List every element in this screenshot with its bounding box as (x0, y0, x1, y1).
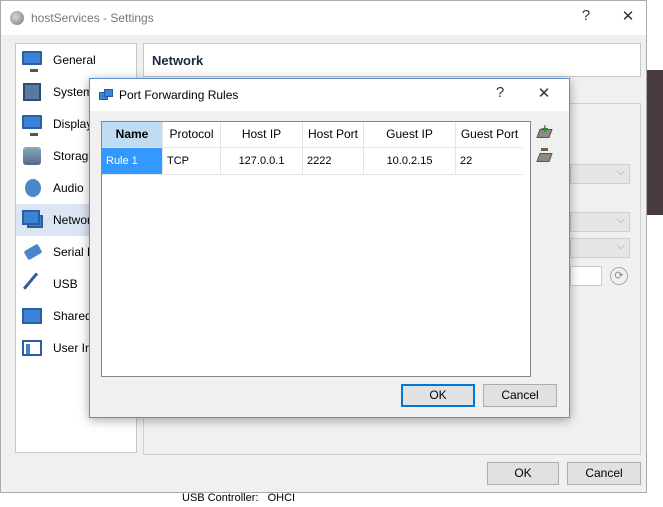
network-icon (99, 89, 113, 101)
column-header-host-port[interactable]: Host Port (303, 122, 364, 148)
promiscuous-mode-combo[interactable] (570, 238, 630, 258)
column-header-host-ip[interactable]: Host IP (221, 122, 303, 148)
sidebar-item-label: Audio (53, 181, 84, 195)
cell-guest-ip[interactable]: 10.0.2.15 (364, 148, 456, 175)
port-forwarding-dialog: Port Forwarding Rules ? ✕ Name Protocol … (89, 78, 570, 418)
column-header-guest-ip[interactable]: Guest IP (364, 122, 456, 148)
dialog-cancel-button[interactable]: Cancel (483, 384, 557, 407)
add-rule-icon[interactable]: + (536, 121, 554, 141)
sidebar-item-label: General (53, 53, 96, 67)
sidebar-item-label: Display (53, 117, 93, 131)
cell-host-ip[interactable]: 127.0.0.1 (221, 148, 303, 175)
table-row[interactable]: Rule 1 TCP 127.0.0.1 2222 10.0.2.15 22 (102, 148, 530, 175)
help-button[interactable]: ? (576, 7, 596, 24)
dialog-titlebar: Port Forwarding Rules ? ✕ (90, 79, 569, 111)
dialog-title: Port Forwarding Rules (119, 88, 239, 102)
cell-name[interactable]: Rule 1 (102, 148, 163, 175)
dialog-ok-button[interactable]: OK (401, 384, 475, 407)
background-dark-region (646, 70, 663, 215)
cell-protocol[interactable]: TCP (163, 148, 221, 175)
settings-title: hostServices - Settings (31, 11, 154, 25)
storage-icon (22, 146, 44, 166)
user-interface-icon (22, 338, 44, 358)
usb-controller-summary: USB Controller: OHCI (182, 492, 295, 504)
chip-icon (22, 82, 44, 102)
column-header-protocol[interactable]: Protocol (163, 122, 221, 148)
cell-guest-port[interactable]: 22 (456, 148, 523, 175)
column-header-guest-port[interactable]: Guest Port (456, 122, 523, 148)
usb-controller-label: USB Controller: (182, 492, 259, 504)
adapter-type-combo[interactable] (570, 212, 630, 232)
virtualbox-icon (10, 11, 24, 25)
cell-host-port[interactable]: 2222 (303, 148, 364, 175)
refresh-mac-icon[interactable]: ⟳ (610, 267, 628, 285)
settings-titlebar: hostServices - Settings ? ✕ (1, 1, 646, 35)
usb-icon (22, 272, 46, 296)
audio-icon (22, 178, 44, 198)
serial-port-icon (22, 242, 44, 262)
dialog-close-button[interactable]: ✕ (534, 84, 554, 102)
remove-rule-icon[interactable] (536, 147, 554, 165)
sidebar-item-general[interactable]: General (16, 44, 136, 76)
page-title: Network (152, 53, 204, 68)
attached-to-combo[interactable] (570, 164, 630, 184)
usb-controller-value: OHCI (267, 492, 296, 504)
rules-table: Name Protocol Host IP Host Port Guest IP… (101, 121, 531, 377)
settings-cancel-button[interactable]: Cancel (567, 462, 641, 485)
dialog-help-button[interactable]: ? (490, 84, 510, 101)
shared-folder-icon (22, 306, 44, 326)
network-icon (22, 210, 44, 230)
sidebar-item-label: System (53, 85, 94, 99)
column-header-name[interactable]: Name (102, 122, 163, 148)
close-button[interactable]: ✕ (618, 7, 638, 25)
monitor-icon (22, 50, 44, 72)
section-header: Network (143, 43, 641, 77)
sidebar-item-label: USB (53, 277, 78, 291)
background-window-strip (646, 0, 663, 507)
display-icon (22, 114, 44, 136)
settings-ok-button[interactable]: OK (487, 462, 559, 485)
table-header: Name Protocol Host IP Host Port Guest IP… (102, 122, 530, 148)
mac-address-field[interactable] (570, 266, 602, 286)
